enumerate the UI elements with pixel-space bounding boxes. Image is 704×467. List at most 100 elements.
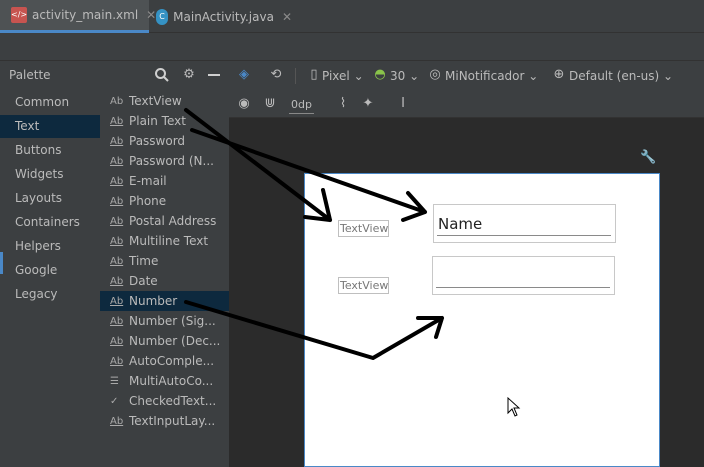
ab-icon: Ab: [110, 235, 124, 247]
item-label: Multiline Text: [129, 234, 209, 248]
category-google[interactable]: Google: [0, 259, 100, 282]
device-label: Pixel: [322, 69, 350, 83]
item-label: MultiAutoCo...: [129, 374, 214, 388]
tab-label: MainActivity.java: [173, 9, 274, 24]
ab-icon: Ab: [110, 275, 124, 287]
item-label: TextView: [129, 94, 182, 108]
close-icon[interactable]: ✕: [282, 10, 292, 24]
palette-item-postal-address[interactable]: Ab Postal Address: [100, 211, 229, 231]
item-label: Password (N...: [129, 154, 214, 168]
textview-widget-2[interactable]: TextView: [338, 277, 389, 294]
palette-item-password-numeric[interactable]: Ab Password (N...: [100, 151, 229, 171]
palette-item-password[interactable]: Ab Password: [100, 131, 229, 151]
palette-item-phone[interactable]: Ab Phone: [100, 191, 229, 211]
textview-widget-1[interactable]: TextView: [338, 220, 389, 237]
side-gutter-marker: [0, 252, 3, 274]
palette-categories: Common Text Buttons Widgets Layouts Cont…: [0, 90, 100, 467]
layers-icon[interactable]: ◈: [235, 66, 253, 84]
ab-icon: Ab: [110, 215, 124, 227]
wrench-icon[interactable]: 🔧: [640, 150, 656, 165]
device-selector[interactable]: Pixel ⌄: [322, 67, 364, 85]
ab-icon: Ab: [110, 315, 124, 327]
android-studio-window: </> activity_main.xml ✕ C MainActivity.j…: [0, 0, 704, 467]
palette-item-number-decimal[interactable]: Ab Number (Dec...: [100, 331, 229, 351]
category-helpers[interactable]: Helpers: [0, 235, 100, 258]
palette-item-multiautocomplete[interactable]: ☰ MultiAutoCo...: [100, 371, 229, 391]
palette-item-date[interactable]: Ab Date: [100, 271, 229, 291]
palette-item-autocomplete[interactable]: Ab AutoComple...: [100, 351, 229, 371]
item-label: CheckedText...: [129, 394, 217, 408]
palette-item-email[interactable]: Ab E-mail: [100, 171, 229, 191]
layout-toolbar: ◉ ⋓ 0dp ⌇ ✦ Ⅰ: [229, 90, 704, 118]
tab-main-activity-java[interactable]: C MainActivity.java ✕: [152, 0, 292, 33]
chevron-down-icon: ⌄: [409, 69, 420, 83]
palette-item-textinputlayout[interactable]: Ab TextInputLay...: [100, 411, 229, 431]
infer-constraints-icon[interactable]: ✦: [359, 95, 377, 113]
item-label: Time: [129, 254, 159, 268]
palette-item-number-signed[interactable]: Ab Number (Sig...: [100, 311, 229, 331]
device-screen[interactable]: TextView TextView Name: [304, 173, 660, 467]
theme-label: MiNotificador: [445, 69, 525, 83]
tab-activity-main-xml[interactable]: </> activity_main.xml ✕: [0, 0, 156, 33]
edittext-name[interactable]: Name: [433, 204, 616, 243]
design-toolbar: ◈ ⟲ ▯ Pixel ⌄ ◓ 30 ⌄ ◎ MiNotificador ⌄ ⊕…: [229, 61, 704, 90]
check-text-icon: ✓: [110, 395, 119, 407]
category-widgets[interactable]: Widgets: [0, 163, 100, 186]
ab-icon: Ab: [110, 175, 124, 187]
category-layouts[interactable]: Layouts: [0, 187, 100, 210]
ab-icon: Ab: [110, 115, 124, 127]
item-label: Plain Text: [129, 114, 186, 128]
edittext-number[interactable]: [432, 256, 615, 295]
tab-label: activity_main.xml: [32, 8, 139, 22]
editor-tab-bar: </> activity_main.xml ✕ C MainActivity.j…: [0, 0, 704, 33]
toolbar-divider: [295, 68, 296, 84]
palette-item-time[interactable]: Ab Time: [100, 251, 229, 271]
category-containers[interactable]: Containers: [0, 211, 100, 234]
mouse-cursor-icon: [507, 397, 521, 417]
minimize-icon[interactable]: [206, 67, 222, 83]
item-label: Date: [129, 274, 158, 288]
default-margin-field[interactable]: 0dp: [289, 96, 314, 114]
clear-constraints-icon[interactable]: ⌇: [334, 95, 352, 113]
item-label: AutoComple...: [129, 354, 215, 368]
ab-icon: Ab: [110, 415, 124, 427]
item-label: Number (Dec...: [129, 334, 221, 348]
ab-icon: Ab: [110, 255, 124, 267]
eye-icon[interactable]: ◉: [235, 95, 253, 113]
item-label: Number (Sig...: [129, 314, 216, 328]
category-legacy[interactable]: Legacy: [0, 283, 100, 306]
android-icon: ◓: [374, 67, 386, 82]
orientation-icon[interactable]: ⟲: [267, 66, 285, 84]
editor-mode-strip: [0, 33, 704, 61]
palette-item-checkedtextview[interactable]: ✓ CheckedText...: [100, 391, 229, 411]
item-label: Postal Address: [129, 214, 217, 228]
magnet-icon[interactable]: ⋓: [261, 95, 279, 113]
palette-item-textview[interactable]: Ab TextView: [100, 91, 229, 111]
palette-header: Palette ⚙: [0, 61, 229, 90]
edittext-value: Name: [438, 215, 483, 233]
theme-icon: ◎: [429, 67, 441, 82]
category-text[interactable]: Text: [0, 115, 100, 138]
chevron-down-icon: ⌄: [528, 69, 539, 83]
theme-selector[interactable]: MiNotificador ⌄: [445, 67, 538, 85]
locale-label: Default (en-us): [569, 69, 660, 83]
palette-item-plain-text[interactable]: Ab Plain Text: [100, 111, 229, 131]
category-buttons[interactable]: Buttons: [0, 139, 100, 162]
item-label: Phone: [129, 194, 167, 208]
chevron-down-icon: ⌄: [663, 69, 674, 83]
search-icon[interactable]: [154, 67, 170, 83]
edittext-underline: [437, 235, 611, 236]
multi-list-icon: ☰: [110, 375, 119, 387]
locale-selector[interactable]: Default (en-us) ⌄: [569, 67, 673, 85]
category-common[interactable]: Common: [0, 91, 100, 114]
gear-icon[interactable]: ⚙: [181, 67, 197, 83]
palette-item-multiline-text[interactable]: Ab Multiline Text: [100, 231, 229, 251]
guidelines-icon[interactable]: Ⅰ: [394, 95, 412, 113]
edittext-underline: [436, 287, 610, 288]
api-selector[interactable]: 30 ⌄: [390, 67, 419, 85]
ab-icon: Ab: [110, 355, 124, 367]
palette-item-number[interactable]: Ab Number: [100, 291, 229, 311]
ab-icon: Ab: [110, 135, 124, 147]
ab-icon: Ab: [110, 95, 124, 107]
java-class-icon: C: [156, 8, 169, 25]
